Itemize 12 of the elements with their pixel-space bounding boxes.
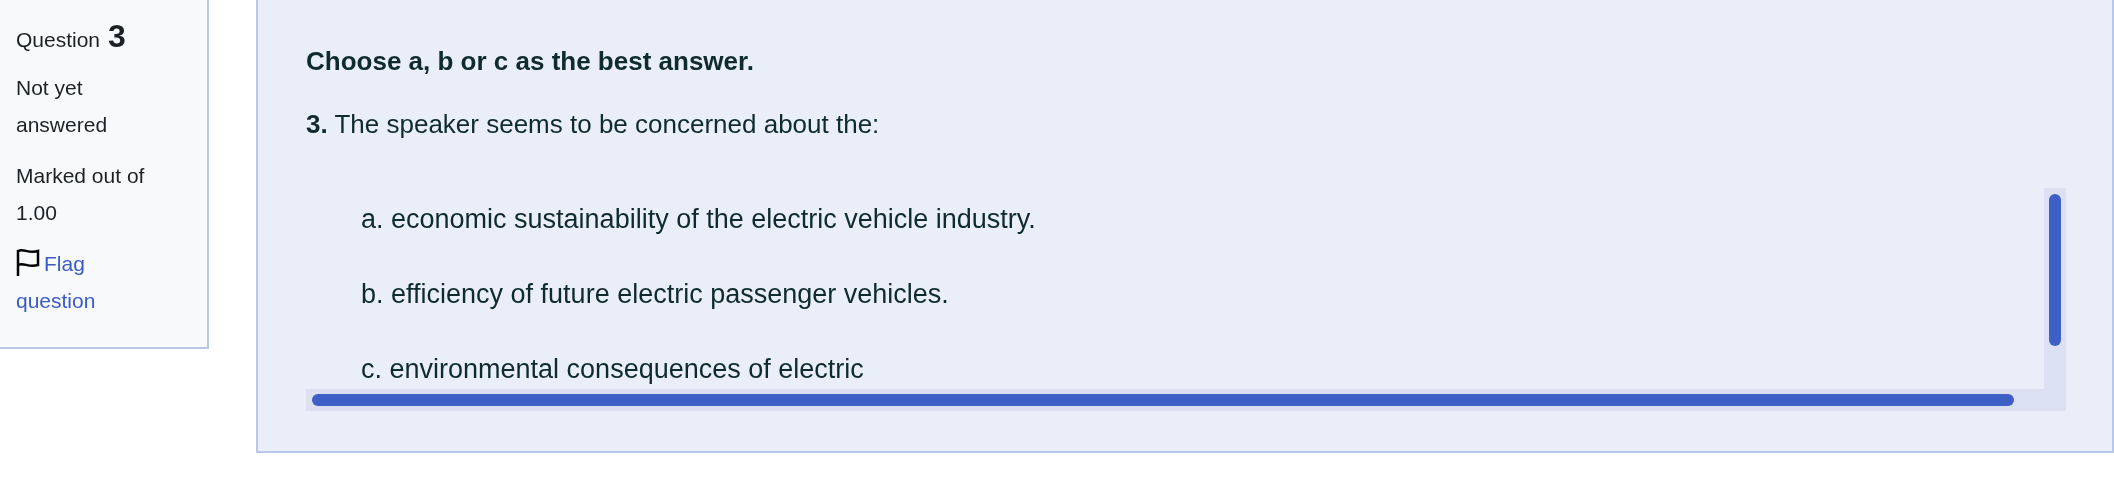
answer-option[interactable]: b. efficiency of future electric passenger vehicles. [361,279,949,310]
answer-option[interactable]: c. environmental consequences of electric [361,354,864,385]
question-text: 3. The speaker seems to be concerned about the: [306,109,881,140]
flag-question-link[interactable]: Flag question [16,245,166,319]
question-number: 3 [108,18,126,55]
vertical-scrollbar[interactable] [2044,188,2066,411]
question-marks: Marked out of 1.00 [16,163,146,226]
question-label: Question [16,28,101,52]
instruction-text: Choose a, b or c as the best answer. [306,46,755,77]
horizontal-scrollbar[interactable] [306,389,2044,411]
question-state: Not yet answered [16,75,109,138]
answer-option[interactable]: a. economic sustainability of the electric vehicle industry. [361,204,1036,235]
